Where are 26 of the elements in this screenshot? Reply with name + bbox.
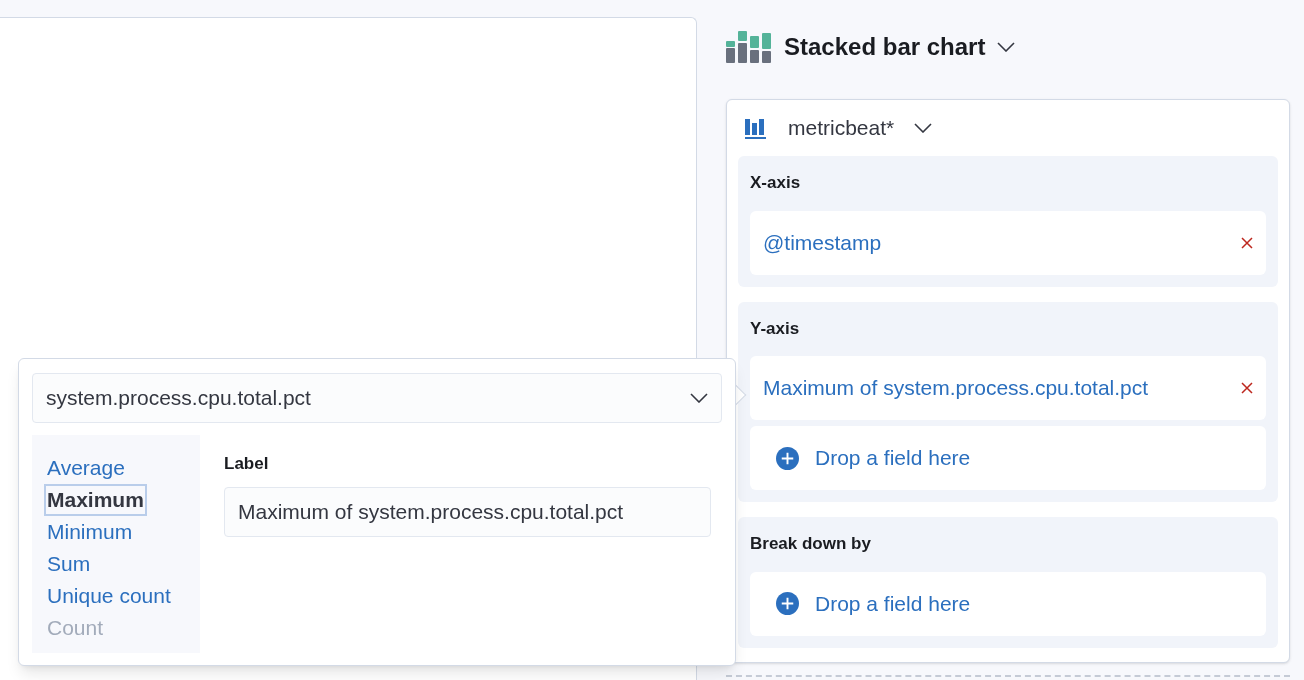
remove-icon[interactable] <box>1241 236 1253 249</box>
group-title: Break down by <box>750 533 871 555</box>
index-pattern-selector[interactable]: metricbeat* <box>788 112 895 144</box>
function-option[interactable]: Sum <box>44 548 94 580</box>
group-title: Y-axis <box>750 317 800 340</box>
function-option[interactable]: Minimum <box>44 516 136 548</box>
function-option[interactable]: Unique count <box>44 580 174 612</box>
label-input[interactable]: Maximum of system.process.cpu.total.pct <box>224 486 711 537</box>
chevron-down-icon <box>997 41 1016 52</box>
group-title: X-axis <box>750 172 801 194</box>
function-option[interactable]: Maximum <box>44 484 147 516</box>
dimension-field[interactable]: @timestamp <box>750 210 1266 275</box>
chevron-down-icon <box>914 123 933 133</box>
function-option[interactable]: Average <box>44 452 128 484</box>
drop-zone[interactable]: Drop a field here <box>750 571 1266 636</box>
chevron-down-icon <box>690 393 708 403</box>
chart-type-selector[interactable]: Stacked bar chart <box>784 28 986 65</box>
remove-icon[interactable] <box>1241 382 1253 394</box>
drop-zone[interactable]: Drop a field here <box>750 426 1266 490</box>
add-icon <box>776 592 799 615</box>
stacked-bar-chart-icon <box>726 30 772 63</box>
dimension-field[interactable]: Maximum of system.process.cpu.total.pct <box>750 356 1266 420</box>
field-select[interactable]: system.process.cpu.total.pct <box>32 373 722 423</box>
index-pattern-icon <box>744 117 768 139</box>
field-label: Label <box>224 453 269 475</box>
add-icon <box>776 446 799 470</box>
